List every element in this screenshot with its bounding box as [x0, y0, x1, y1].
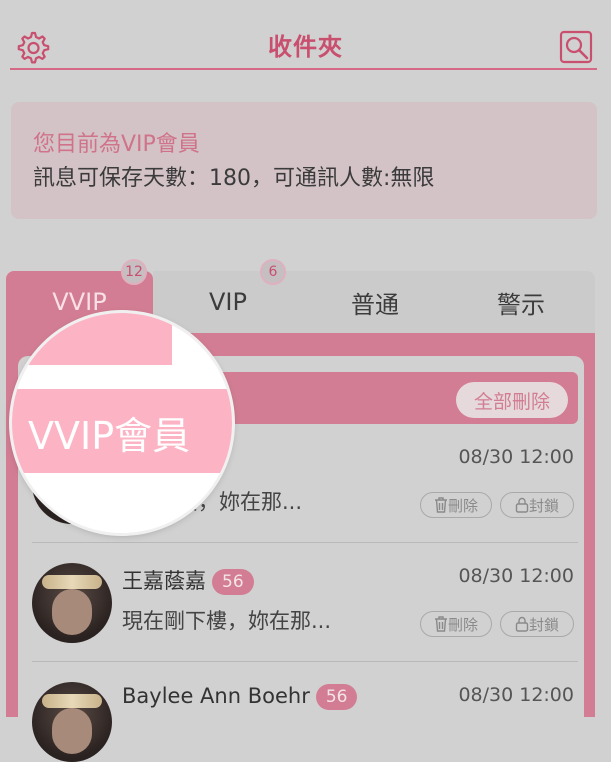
avatar [32, 563, 112, 643]
message-time: 08/30 12:00 [458, 684, 574, 706]
tab-normal[interactable]: 普通 [303, 271, 447, 333]
message-time: 08/30 12:00 [458, 446, 574, 468]
contact-name: 王嘉蔭嘉 56 [122, 565, 254, 595]
tab-badge: 6 [260, 259, 286, 285]
header: 收件夾 [0, 0, 611, 72]
section-title: VVIP會員 [28, 414, 191, 458]
vip-info-box: 您目前為VIP會員 訊息可保存天數：180，可通訊人數:無限 [11, 102, 597, 219]
tab-warning[interactable]: 警示 [447, 271, 595, 333]
vip-quota-text: 訊息可保存天數：180，可通訊人數:無限 [33, 166, 435, 191]
message-count-badge: 56 [212, 569, 254, 595]
vip-status-text: 您目前為VIP會員 [33, 132, 200, 157]
list-item[interactable]: Baylee Ann Boehr 56 08/30 12:00 [22, 662, 578, 762]
message-preview: 現在剛下樓，妳在那... [122, 609, 332, 633]
lock-icon [515, 497, 529, 513]
tab-label: VVIP [52, 288, 107, 316]
tab-label: 警示 [497, 290, 545, 319]
message-count-badge: 56 [315, 684, 358, 710]
trash-icon [434, 497, 447, 513]
tab-badge: 12 [121, 259, 147, 285]
trash-icon [434, 616, 447, 632]
list-item[interactable]: 王嘉蔭嘉 56 08/30 12:00 現在剛下樓，妳在那... 刪除 封鎖 [22, 543, 578, 662]
search-icon[interactable] [558, 29, 594, 65]
tab-label: VIP [209, 288, 247, 316]
avatar [32, 682, 112, 762]
tab-label: 普通 [351, 290, 399, 319]
contact-name: Baylee Ann Boehr 56 [122, 684, 358, 710]
header-divider [10, 68, 597, 70]
delete-button[interactable]: 刪除 [420, 611, 492, 637]
block-button[interactable]: 封鎖 [500, 611, 574, 637]
message-time: 08/30 12:00 [458, 565, 574, 587]
page-title: 收件夾 [268, 33, 343, 61]
magnifier-overlay: VVIP會員 [12, 313, 232, 533]
delete-all-button[interactable]: 全部刪除 [456, 382, 568, 418]
block-button[interactable]: 封鎖 [500, 492, 574, 518]
lock-icon [515, 616, 529, 632]
delete-button[interactable]: 刪除 [420, 492, 492, 518]
